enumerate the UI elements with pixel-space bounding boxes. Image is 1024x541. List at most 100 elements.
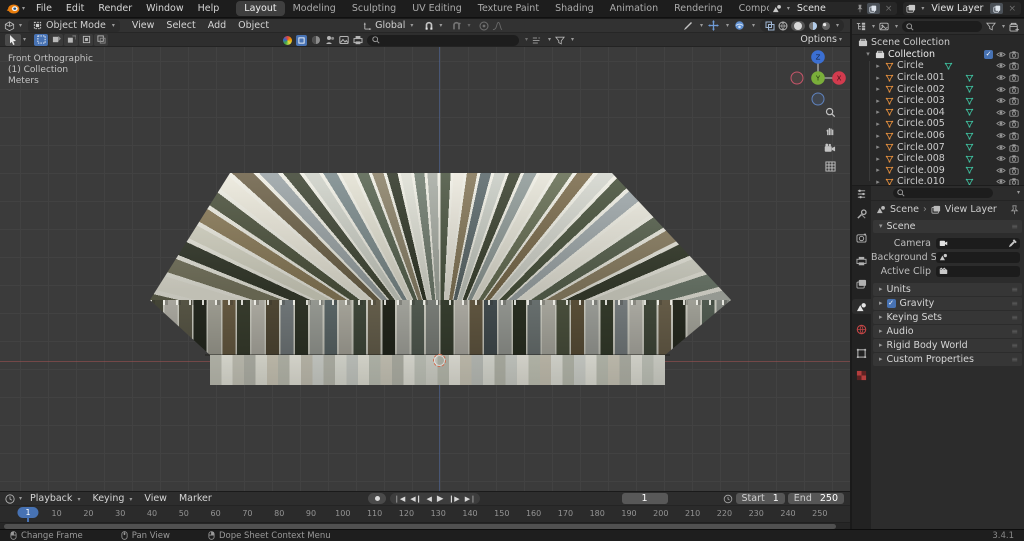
collection-checkbox[interactable]: ✓: [984, 50, 993, 59]
drag-grip-icon[interactable]: ≡: [1011, 355, 1018, 364]
frame-tick-180[interactable]: 180: [590, 509, 605, 518]
outliner-item-circle-007[interactable]: ▸Circle.007: [852, 141, 1024, 153]
jump-to-start-button[interactable]: ❘◀: [394, 495, 405, 503]
viewport-menu-object[interactable]: Object: [232, 20, 275, 31]
frame-tick-130[interactable]: 130: [431, 509, 446, 518]
gravity-checkbox[interactable]: ✓: [887, 299, 896, 308]
hide-eye-icon[interactable]: [996, 143, 1006, 152]
outliner-collection[interactable]: ▾ Collection ✓: [852, 49, 1024, 61]
outliner-item-circle-001[interactable]: ▸Circle.001: [852, 72, 1024, 84]
remove-view-layer-icon[interactable]: ×: [1006, 4, 1018, 14]
sphere-filter-icon[interactable]: [311, 35, 321, 45]
view-layer-selector[interactable]: ▾ View Layer ×: [903, 2, 1021, 15]
frame-tick-20[interactable]: 20: [83, 509, 93, 518]
tab-texture[interactable]: [852, 368, 871, 383]
tab-output[interactable]: [852, 253, 871, 268]
select-mode-subtract[interactable]: [79, 34, 93, 46]
outliner-item-circle-009[interactable]: ▸Circle.009: [852, 165, 1024, 177]
outliner-item-circle-004[interactable]: ▸Circle.004: [852, 107, 1024, 119]
menu-file[interactable]: File: [29, 3, 59, 14]
frame-tick-80[interactable]: 80: [274, 509, 284, 518]
hide-eye-icon[interactable]: [996, 166, 1006, 175]
frame-tick-60[interactable]: 60: [211, 509, 221, 518]
camera-view-button[interactable]: [823, 141, 837, 155]
tab-render[interactable]: [852, 230, 871, 245]
hide-eye-icon[interactable]: [996, 154, 1006, 163]
panel-custom-properties[interactable]: ▸Custom Properties≡: [873, 353, 1022, 366]
disable-render-camera-icon[interactable]: [1009, 96, 1019, 105]
disclosure-icon[interactable]: ▸: [874, 108, 882, 116]
shading-solid-selected[interactable]: [791, 21, 805, 31]
drag-grip-icon[interactable]: ≡: [1011, 327, 1018, 336]
workspace-tab-rendering[interactable]: Rendering: [666, 1, 731, 16]
hide-eye-icon[interactable]: [996, 96, 1006, 105]
menu-window[interactable]: Window: [139, 3, 190, 14]
start-frame-field[interactable]: Start1: [736, 493, 785, 504]
gizmos-caret-icon[interactable]: ▾: [726, 23, 729, 29]
frame-tick-10[interactable]: 10: [52, 509, 62, 518]
unlink-scene-icon[interactable]: ×: [883, 4, 895, 14]
outliner-item-circle-010[interactable]: ▸Circle.010: [852, 176, 1024, 185]
frame-tick-120[interactable]: 120: [399, 509, 414, 518]
frame-tick-50[interactable]: 50: [179, 509, 189, 518]
frame-tick-70[interactable]: 70: [242, 509, 252, 518]
editor-type-icon[interactable]: [4, 21, 15, 31]
annotate-tool-icon[interactable]: [683, 21, 693, 31]
disclosure-icon[interactable]: ▸: [874, 85, 882, 93]
current-frame-indicator[interactable]: 1: [17, 507, 38, 518]
viewport-menu-view[interactable]: View: [126, 20, 161, 31]
filter-search-input[interactable]: [367, 35, 519, 46]
outliner-sync-icon[interactable]: [879, 22, 889, 31]
tab-tool[interactable]: [852, 207, 871, 222]
snap-target-icon[interactable]: [451, 21, 462, 31]
disable-render-camera-icon[interactable]: [1009, 177, 1019, 185]
hide-eye-icon[interactable]: [996, 85, 1006, 94]
gizmo-minus-x-ball[interactable]: [791, 72, 803, 84]
properties-search-input[interactable]: [893, 188, 993, 198]
view-layer-name[interactable]: View Layer: [927, 3, 987, 14]
frame-tick-210[interactable]: 210: [685, 509, 700, 518]
frame-tick-90[interactable]: 90: [306, 509, 316, 518]
new-collection-icon[interactable]: [1009, 22, 1020, 32]
viewport-menu-add[interactable]: Add: [202, 20, 232, 31]
hide-eye-icon[interactable]: [996, 131, 1006, 140]
viewport[interactable]: Front Orthographic (1) Collection Meters…: [0, 47, 850, 491]
workspace-tab-texture-paint[interactable]: Texture Paint: [470, 1, 547, 16]
disclosure-icon[interactable]: ▸: [874, 97, 882, 105]
select-mode-tweak[interactable]: [34, 34, 48, 46]
pan-hand-button[interactable]: [823, 123, 837, 137]
panel-gravity[interactable]: ▸✓Gravity≡: [873, 297, 1022, 310]
tab-view-layer[interactable]: [852, 276, 871, 291]
pin-icon[interactable]: [1010, 205, 1019, 215]
frame-tick-150[interactable]: 150: [494, 509, 509, 518]
overlays-toggle-icon[interactable]: [734, 20, 745, 31]
play-reverse-button[interactable]: ◀: [427, 495, 432, 503]
select-mode-extend[interactable]: [64, 34, 78, 46]
panel-units[interactable]: ▸Units≡: [873, 283, 1022, 296]
sync-caret-icon[interactable]: ▾: [895, 24, 898, 30]
camera-field[interactable]: [936, 238, 1020, 249]
disclosure-icon[interactable]: ▸: [874, 120, 882, 128]
active-filter-tile[interactable]: [296, 35, 307, 46]
outliner-filter-icon[interactable]: [986, 22, 996, 31]
timeline-menu-view[interactable]: View: [138, 493, 173, 504]
tool-caret-icon[interactable]: ▾: [23, 37, 26, 43]
outliner-item-circle-003[interactable]: ▸Circle.003: [852, 95, 1024, 107]
frame-tick-110[interactable]: 110: [367, 509, 382, 518]
transform-orientation[interactable]: Global ▾ ▾ ▾: [363, 20, 503, 31]
jump-to-end-button[interactable]: ▶❘: [465, 495, 476, 503]
xray-toggle-icon[interactable]: [765, 21, 775, 31]
image-filter-icon[interactable]: [339, 35, 349, 45]
drag-grip-icon[interactable]: ≡: [1011, 299, 1018, 308]
active-tool-button[interactable]: [5, 34, 21, 46]
frame-ruler[interactable]: 1 10203040506070809010011012013014015016…: [0, 506, 850, 523]
workspace-tab-animation[interactable]: Animation: [602, 1, 666, 16]
disable-render-camera-icon[interactable]: [1009, 61, 1019, 70]
frame-tick-30[interactable]: 30: [115, 509, 125, 518]
panel-keying-sets[interactable]: ▸Keying Sets≡: [873, 311, 1022, 324]
disable-render-camera-icon[interactable]: [1009, 85, 1019, 94]
outliner-search-input[interactable]: [902, 21, 982, 32]
disclosure-icon[interactable]: ▸: [874, 166, 882, 174]
frame-tick-160[interactable]: 160: [526, 509, 541, 518]
timeline-editor-icon[interactable]: [5, 494, 15, 504]
